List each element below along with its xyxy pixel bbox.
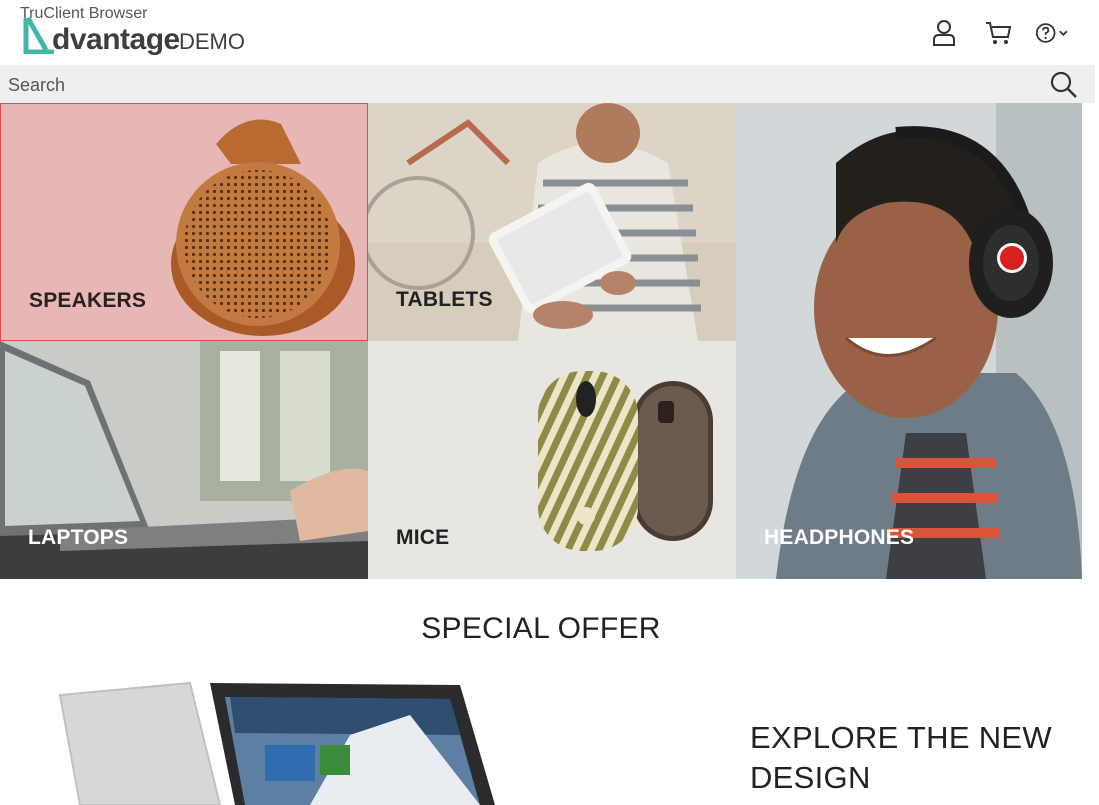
special-offer-title: SPECIAL OFFER xyxy=(421,612,661,645)
search-icon[interactable] xyxy=(1049,70,1079,100)
explore-new-design: EXPLORE THE NEW DESIGN xyxy=(750,720,1052,795)
category-mice[interactable]: MICE xyxy=(368,341,736,579)
chevron-down-icon xyxy=(1059,30,1068,37)
help-icon xyxy=(1035,23,1056,43)
category-label: SPEAKERS xyxy=(29,289,147,312)
top-header: TruClient Browser dvantage DEMO xyxy=(0,0,1099,65)
headphones-image xyxy=(736,103,1082,579)
help-menu[interactable] xyxy=(1035,16,1069,50)
category-label: MICE xyxy=(396,526,450,549)
category-speakers[interactable]: SPEAKERS xyxy=(0,103,368,341)
cart-icon[interactable] xyxy=(981,16,1015,50)
user-icon[interactable] xyxy=(927,16,961,50)
category-label: HEADPHONES xyxy=(764,526,915,549)
category-label: TABLETS xyxy=(396,288,493,311)
category-tablets[interactable]: TABLETS xyxy=(368,103,736,341)
logo-text: dvantage xyxy=(52,23,180,56)
offer-laptop-image xyxy=(58,681,495,805)
search-bar xyxy=(0,65,1095,103)
category-laptops[interactable]: LAPTOPS xyxy=(0,341,368,579)
logo-demo: DEMO xyxy=(179,29,245,54)
search-input[interactable] xyxy=(6,70,1010,100)
header-icons xyxy=(927,16,1069,50)
category-headphones[interactable]: HEADPHONES xyxy=(736,103,1082,579)
category-label: LAPTOPS xyxy=(28,526,129,549)
